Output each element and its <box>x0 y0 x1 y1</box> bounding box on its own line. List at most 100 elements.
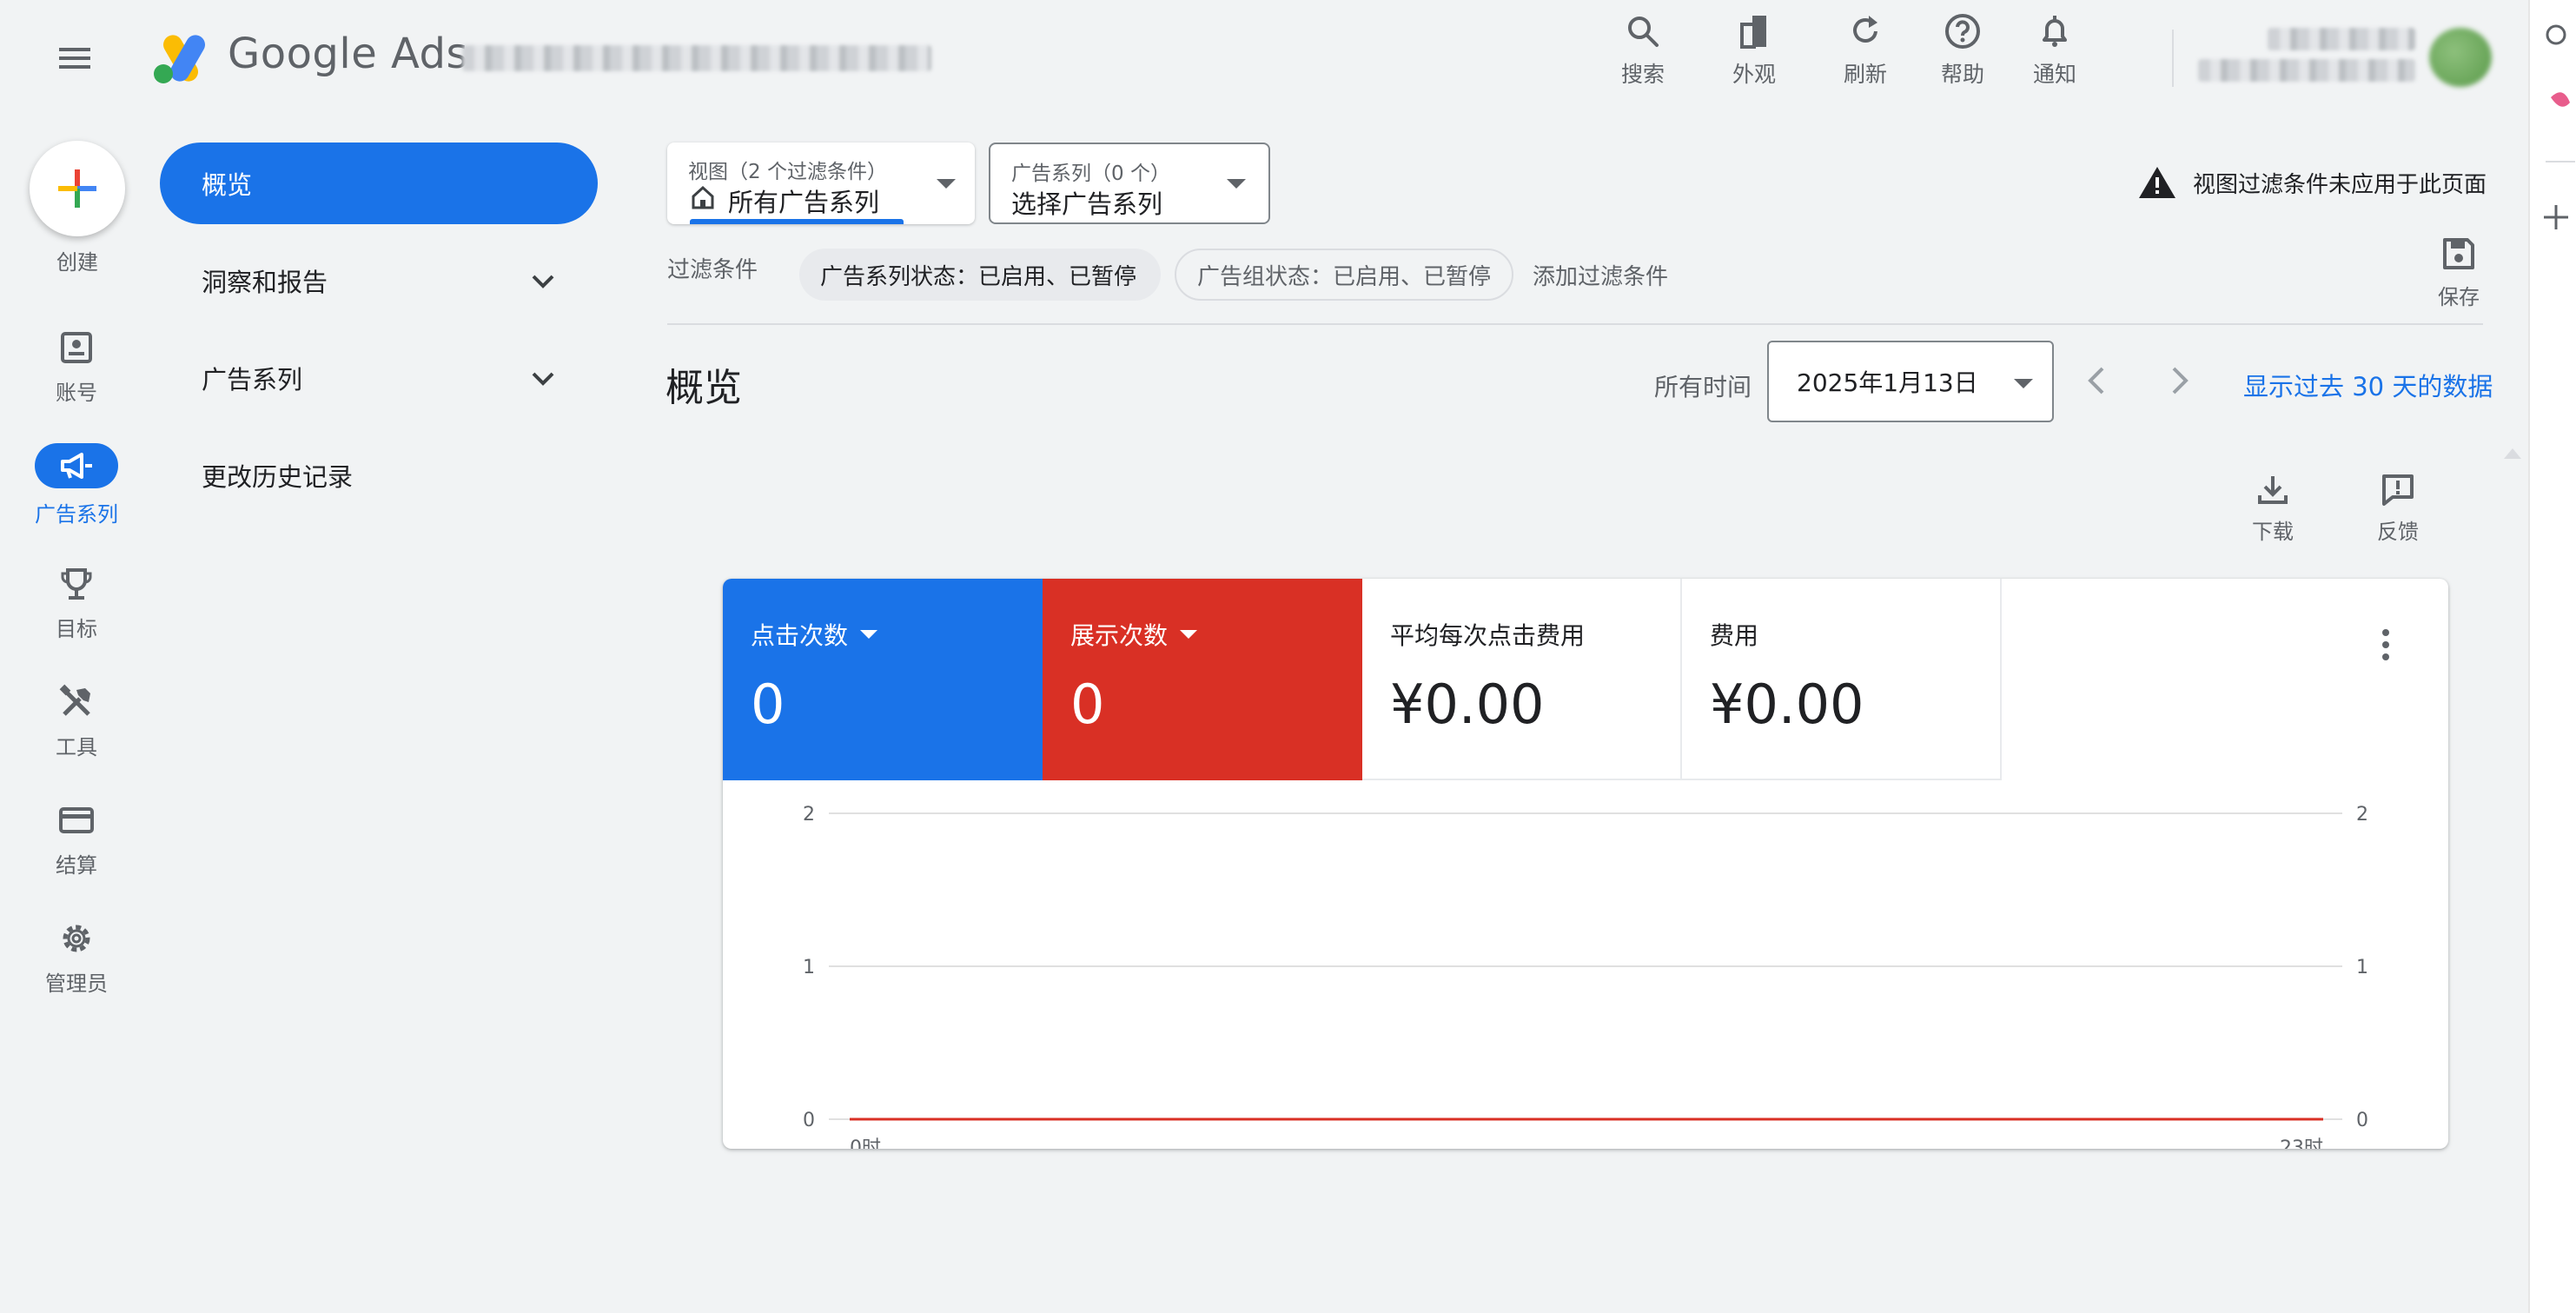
nav-item-insights[interactable]: 洞察和报告 <box>160 240 598 322</box>
metric-cost[interactable]: 费用 ¥0.00 <box>1682 579 2002 780</box>
campaign-selector-value: 选择广告系列 <box>1011 189 1163 219</box>
account-icon <box>57 328 96 367</box>
chevron-down-icon <box>528 266 558 295</box>
plus-icon <box>56 168 98 209</box>
refresh-button[interactable]: 刷新 <box>1818 12 1913 90</box>
add-filter-button[interactable]: 添加过滤条件 <box>1533 259 1668 291</box>
view-selector-value: 所有广告系列 <box>728 188 880 217</box>
create-button[interactable] <box>30 141 125 236</box>
refresh-icon <box>1846 12 1884 50</box>
metric-name: 费用 <box>1710 621 1759 650</box>
filter-chip-campaign-status[interactable]: 广告系列状态：已启用、已暂停 <box>799 249 1161 301</box>
goals-icon <box>57 565 96 603</box>
download-label: 下载 <box>2252 520 2294 544</box>
notifications-button[interactable]: 通知 <box>2007 12 2103 90</box>
rail-item-label: 目标 <box>56 617 97 641</box>
chevron-right-icon <box>2160 361 2198 400</box>
filter-chip-adgroup-status[interactable]: 广告组状态：已启用、已暂停 <box>1175 249 1513 301</box>
last-30-days-link[interactable]: 显示过去 30 天的数据 <box>2243 367 2493 403</box>
tools-icon <box>57 683 96 721</box>
nav-item-label: 广告系列 <box>202 365 303 395</box>
save-label: 保存 <box>2438 285 2480 309</box>
y-tick-label: 2 <box>803 804 815 826</box>
help-label: 帮助 <box>1940 62 1984 87</box>
filter-chip-label: 广告组状态：已启用、已暂停 <box>1197 263 1492 290</box>
caret-down-icon <box>1227 179 1246 189</box>
performance-card: 点击次数 0 展示次数 0 平均每次点击费用 ¥0.00 费用 ¥0.00 2 2… <box>723 579 2448 1149</box>
nav-item-label: 洞察和报告 <box>202 268 328 297</box>
avatar[interactable] <box>2429 28 2492 87</box>
header-divider <box>2172 30 2174 87</box>
help-button[interactable]: 帮助 <box>1915 12 2010 90</box>
feedback-button[interactable]: 反馈 <box>2354 473 2441 545</box>
y-tick-label: 1 <box>803 957 815 978</box>
more-vert-icon[interactable] <box>2377 627 2394 662</box>
browser-side-strip <box>2528 0 2576 1313</box>
rail-item-campaigns[interactable]: 广告系列 <box>16 443 137 527</box>
rail-item-account[interactable]: 账号 <box>16 328 137 406</box>
notifications-icon <box>2036 12 2074 50</box>
next-period-button[interactable] <box>2160 361 2198 400</box>
nav-item-overview[interactable]: 概览 <box>160 143 598 224</box>
view-selector-indicator <box>690 219 904 224</box>
caret-down-icon <box>2014 379 2033 388</box>
metric-name: 展示次数 <box>1070 621 1169 650</box>
search-label: 搜索 <box>1620 62 1665 87</box>
metric-name: 平均每次点击费用 <box>1390 621 1586 650</box>
rail-item-label: 广告系列 <box>35 502 118 527</box>
appearance-button[interactable]: 外观 <box>1706 12 1802 90</box>
campaign-selector[interactable]: 广告系列（0 个） 选择广告系列 <box>989 143 1270 224</box>
save-icon <box>2441 236 2476 271</box>
rail-item-label: 工具 <box>56 735 97 759</box>
y-tick-label: 0 <box>803 1110 815 1131</box>
date-picker[interactable]: 2025年1月13日 <box>1767 341 2054 422</box>
rail-active-pill <box>35 443 118 488</box>
help-icon <box>1944 12 1982 50</box>
search-button[interactable]: 搜索 <box>1595 12 1691 90</box>
x-tick-label: 23时 <box>2280 1137 2323 1149</box>
refresh-label: 刷新 <box>1843 62 1887 87</box>
metric-clicks[interactable]: 点击次数 0 <box>723 579 1043 780</box>
top-bar: Google Ads 搜索 外观 刷新 帮助 通知 <box>0 0 2528 116</box>
nav-item-label: 更改历史记录 <box>202 462 354 492</box>
user-name-redacted <box>2268 28 2415 50</box>
rail-item-label: 账号 <box>56 381 97 405</box>
metric-name: 点击次数 <box>751 621 849 650</box>
save-button[interactable]: 保存 <box>2424 236 2493 310</box>
page-title: 概览 <box>666 366 742 410</box>
nav-item-change-history[interactable]: 更改历史记录 <box>160 434 598 516</box>
date-range-label: 所有时间 <box>1654 373 1752 401</box>
rail-item-admin[interactable]: 管理员 <box>16 919 137 997</box>
download-button[interactable]: 下载 <box>2229 473 2316 545</box>
warning-icon <box>2137 165 2177 200</box>
metric-value: ¥0.00 <box>1710 673 1864 736</box>
download-icon <box>2255 473 2290 507</box>
filter-label: 过滤条件 <box>667 257 758 283</box>
filter-chip-label: 广告系列状态：已启用、已暂停 <box>820 263 1137 290</box>
metric-avg-cpc[interactable]: 平均每次点击费用 ¥0.00 <box>1362 579 1682 780</box>
rail-item-label: 结算 <box>56 853 97 878</box>
nav-item-campaigns[interactable]: 广告系列 <box>160 337 598 419</box>
metric-impressions[interactable]: 展示次数 0 <box>1043 579 1362 780</box>
x-tick-label: 0时 <box>850 1137 881 1149</box>
menu-icon[interactable] <box>54 39 96 77</box>
feedback-label: 反馈 <box>2377 520 2419 544</box>
y2-tick-label: 2 <box>2356 804 2368 826</box>
chevron-down-icon <box>528 363 558 393</box>
nav-item-label: 概览 <box>202 170 253 200</box>
view-selector[interactable]: 视图（2 个过滤条件） 所有广告系列 <box>667 143 975 224</box>
previous-period-button[interactable] <box>2078 361 2116 400</box>
caret-down-icon[interactable] <box>860 630 878 639</box>
y2-tick-label: 0 <box>2356 1110 2368 1131</box>
rail-item-billing[interactable]: 结算 <box>16 801 137 879</box>
appearance-icon <box>1735 12 1773 50</box>
caret-down-icon <box>937 179 956 189</box>
rail-item-goals[interactable]: 目标 <box>16 565 137 642</box>
feedback-icon <box>2381 473 2415 507</box>
search-icon <box>1624 12 1662 50</box>
view-selector-sub: 视图（2 个过滤条件） <box>688 161 887 183</box>
metric-value: 0 <box>1070 673 1105 736</box>
rail-item-tools[interactable]: 工具 <box>16 683 137 760</box>
appearance-label: 外观 <box>1732 62 1776 87</box>
caret-down-icon[interactable] <box>1180 630 1198 639</box>
